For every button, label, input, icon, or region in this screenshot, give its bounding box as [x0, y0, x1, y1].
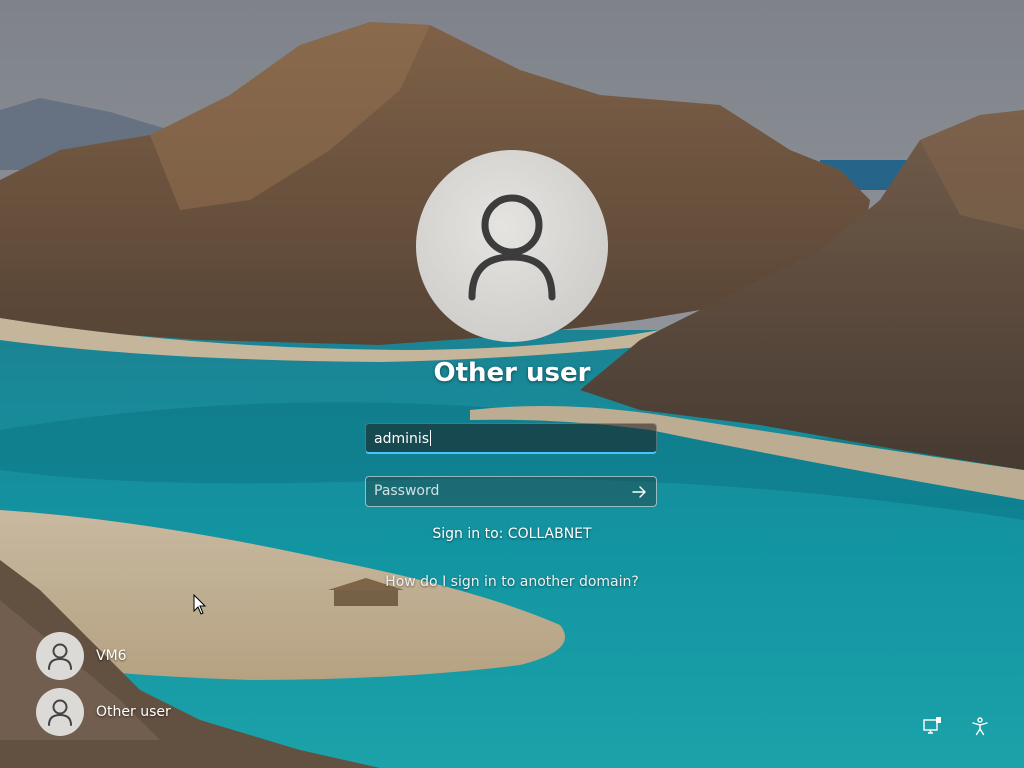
user-tile-other-user[interactable]: Other user: [36, 688, 171, 736]
text-caret: [430, 430, 432, 446]
person-icon: [48, 699, 72, 726]
person-icon: [468, 194, 556, 301]
user-tile-avatar: [36, 632, 84, 680]
accessibility-button[interactable]: [968, 714, 992, 738]
sign-in-domain-label: Sign in to: COLLABNET: [432, 526, 592, 542]
accessibility-icon: [972, 717, 988, 736]
person-icon: [48, 643, 72, 670]
user-tile-label: Other user: [96, 704, 171, 720]
user-avatar-large: [416, 150, 608, 342]
submit-arrow-icon[interactable]: [630, 483, 648, 501]
lock-screen: Other user adminis Password Sign in to: …: [0, 0, 1024, 768]
username-field[interactable]: adminis: [365, 423, 657, 454]
username-value: adminis: [374, 431, 430, 447]
mouse-cursor-icon: [193, 594, 207, 615]
other-domain-help-link[interactable]: How do I sign in to another domain?: [312, 574, 712, 590]
password-field[interactable]: Password: [365, 476, 657, 507]
password-placeholder: Password: [374, 483, 440, 499]
user-tile-vm6[interactable]: VM6: [36, 632, 127, 680]
user-tile-label: VM6: [96, 648, 127, 664]
network-icon: [923, 717, 941, 734]
user-tile-avatar: [36, 688, 84, 736]
user-name-heading: Other user: [433, 358, 591, 388]
network-button[interactable]: [920, 714, 944, 738]
username-text-wrapper: adminis: [374, 430, 432, 447]
